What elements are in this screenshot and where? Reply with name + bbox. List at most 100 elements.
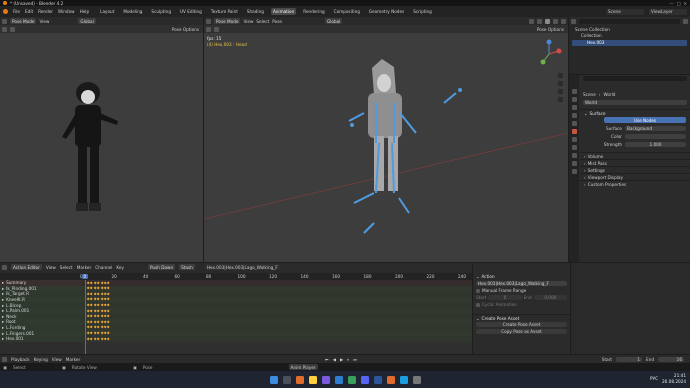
overlay-icon[interactable]	[529, 18, 534, 24]
ae-marker-menu[interactable]: Marker	[77, 265, 91, 270]
color-swatch[interactable]	[625, 133, 686, 139]
rendered-shading-icon[interactable]	[561, 18, 566, 24]
vscode-icon[interactable]	[334, 375, 343, 384]
discord-icon[interactable]	[360, 375, 369, 384]
action-selector[interactable]: Hex.003|Hex.003|Lago_Walking_F	[204, 264, 280, 270]
render-tab-icon[interactable]	[571, 97, 577, 102]
material-shading-icon[interactable]	[553, 18, 558, 24]
ar-start-field[interactable]: 0	[488, 295, 522, 300]
tab-modeling[interactable]: Modeling	[121, 8, 144, 15]
scene-tab-icon[interactable]	[571, 121, 577, 126]
properties-search-field[interactable]	[583, 76, 687, 81]
jump-end-icon[interactable]: ⏭	[353, 357, 357, 362]
mist-pass-section[interactable]: › Mist Pass	[580, 159, 690, 166]
windows-start-icon[interactable]	[269, 375, 278, 384]
surface-select[interactable]: Background	[625, 125, 686, 131]
menu-window[interactable]: Window	[58, 9, 75, 14]
keyframe-area[interactable]	[82, 280, 472, 354]
constraint-tab-icon[interactable]	[571, 161, 577, 166]
menu-render[interactable]: Render	[38, 9, 53, 14]
object-tab-icon[interactable]	[571, 137, 577, 142]
main-editor-type-icon[interactable]	[206, 18, 211, 24]
pb-view-menu[interactable]: View	[52, 357, 62, 362]
file-explorer-icon[interactable]	[308, 375, 317, 384]
main-pose-menu[interactable]: Pose	[272, 19, 282, 24]
language-indicator[interactable]: РУС	[650, 376, 658, 381]
left-viewport-canvas[interactable]	[0, 33, 203, 262]
main-select-box-icon[interactable]	[206, 26, 211, 32]
menu-help[interactable]: Help	[80, 9, 90, 14]
left-view-menu[interactable]: View	[39, 19, 49, 24]
outliner-search[interactable]	[579, 18, 680, 24]
main-pose-options[interactable]: Pose Options	[534, 26, 566, 32]
outliner-item-hex003[interactable]: Hex.003	[572, 39, 687, 47]
ae-channel-menu[interactable]: Channel	[95, 265, 112, 270]
menu-file[interactable]: File	[13, 9, 20, 14]
tab-layout[interactable]: Layout	[98, 8, 116, 15]
use-nodes-button[interactable]: Use Nodes	[604, 117, 686, 123]
cyclic-checkbox[interactable]	[476, 302, 480, 307]
main-select-mode-icon[interactable]	[214, 26, 219, 32]
strength-field[interactable]: 1.000	[625, 141, 686, 147]
pause-icon[interactable]: ⏸	[347, 357, 349, 362]
ae-view-menu[interactable]: View	[46, 265, 56, 270]
play-icon[interactable]: ▶	[340, 357, 343, 362]
ae-select-menu[interactable]: Select	[60, 265, 73, 270]
timeline-editor-icon[interactable]	[2, 356, 7, 362]
custom-properties-section[interactable]: › Custom Properties	[580, 180, 690, 187]
app2-icon[interactable]	[347, 375, 356, 384]
world-tab-icon[interactable]	[571, 129, 577, 134]
tab-scripting[interactable]: Scripting	[411, 8, 434, 15]
main-select-menu[interactable]: Select	[256, 19, 269, 24]
menu-edit[interactable]: Edit	[25, 9, 33, 14]
tab-geometry-nodes[interactable]: Geometry Nodes	[367, 8, 406, 15]
surface-panel-header[interactable]: ⌄ Surface	[580, 109, 690, 116]
jump-start-icon[interactable]: ⏮	[325, 357, 329, 362]
telegram-icon[interactable]	[399, 375, 408, 384]
anim-player-badge[interactable]: Anim Player	[288, 364, 318, 370]
select-box-icon[interactable]	[2, 26, 7, 32]
push-down-button[interactable]: Push Down	[147, 264, 176, 270]
tab-shading[interactable]: Shading	[245, 8, 266, 15]
camera-view-icon[interactable]	[558, 89, 563, 94]
keying-menu[interactable]: Keying	[34, 357, 48, 362]
navigation-gizmo[interactable]	[534, 39, 564, 69]
scene-selector[interactable]: Scene	[606, 8, 644, 15]
filter-icon[interactable]	[683, 18, 688, 24]
solid-shading-icon[interactable]	[545, 18, 550, 24]
outliner-editor-icon[interactable]	[571, 18, 576, 24]
app3-icon[interactable]	[412, 375, 421, 384]
action-timeline-ruler[interactable]: 0204060801001201401601802002202400	[0, 273, 472, 280]
pb-start-field[interactable]: 1	[616, 356, 643, 362]
app-icon[interactable]	[321, 375, 330, 384]
left-orientation-select[interactable]: Global	[78, 18, 96, 24]
left-pose-options[interactable]: Pose Options	[169, 26, 201, 32]
step-back-icon[interactable]: ◀	[333, 357, 336, 362]
main-orientation-select[interactable]: Global	[325, 18, 343, 24]
world-datablock-field[interactable]: World	[583, 99, 687, 105]
data-tab-icon[interactable]	[571, 169, 577, 174]
tab-compositing[interactable]: Compositing	[332, 8, 362, 15]
copy-pose-asset-button[interactable]: Copy Pose as Asset	[476, 329, 567, 334]
tab-sculpting[interactable]: Sculpting	[149, 8, 173, 15]
playback-menu[interactable]: Playback	[11, 357, 30, 362]
search-icon[interactable]	[282, 375, 291, 384]
maximize-icon[interactable]: □	[677, 1, 681, 6]
action-editor-mode-select[interactable]: Action Editor	[11, 264, 42, 270]
close-icon[interactable]: ✕	[683, 1, 687, 6]
playhead[interactable]	[85, 280, 86, 354]
blender-menu-icon[interactable]	[3, 9, 8, 14]
current-frame-indicator[interactable]: 0	[82, 273, 88, 279]
channel-row[interactable]: ▸ Hex.001	[0, 335, 82, 342]
zoom-icon[interactable]	[558, 73, 563, 78]
perspective-toggle-icon[interactable]	[558, 97, 563, 102]
xray-icon[interactable]	[537, 18, 542, 24]
main-view-menu[interactable]: View	[243, 19, 253, 24]
viewport-display-section[interactable]: › Viewport Display	[580, 173, 690, 180]
stash-button[interactable]: Stash	[179, 264, 195, 270]
minimize-icon[interactable]: —	[669, 1, 673, 6]
clock[interactable]: 21:41 26.08.2024	[662, 373, 686, 384]
firefox-icon[interactable]	[295, 375, 304, 384]
ae-key-menu[interactable]: Key	[116, 265, 124, 270]
pan-hand-icon[interactable]	[558, 81, 563, 86]
